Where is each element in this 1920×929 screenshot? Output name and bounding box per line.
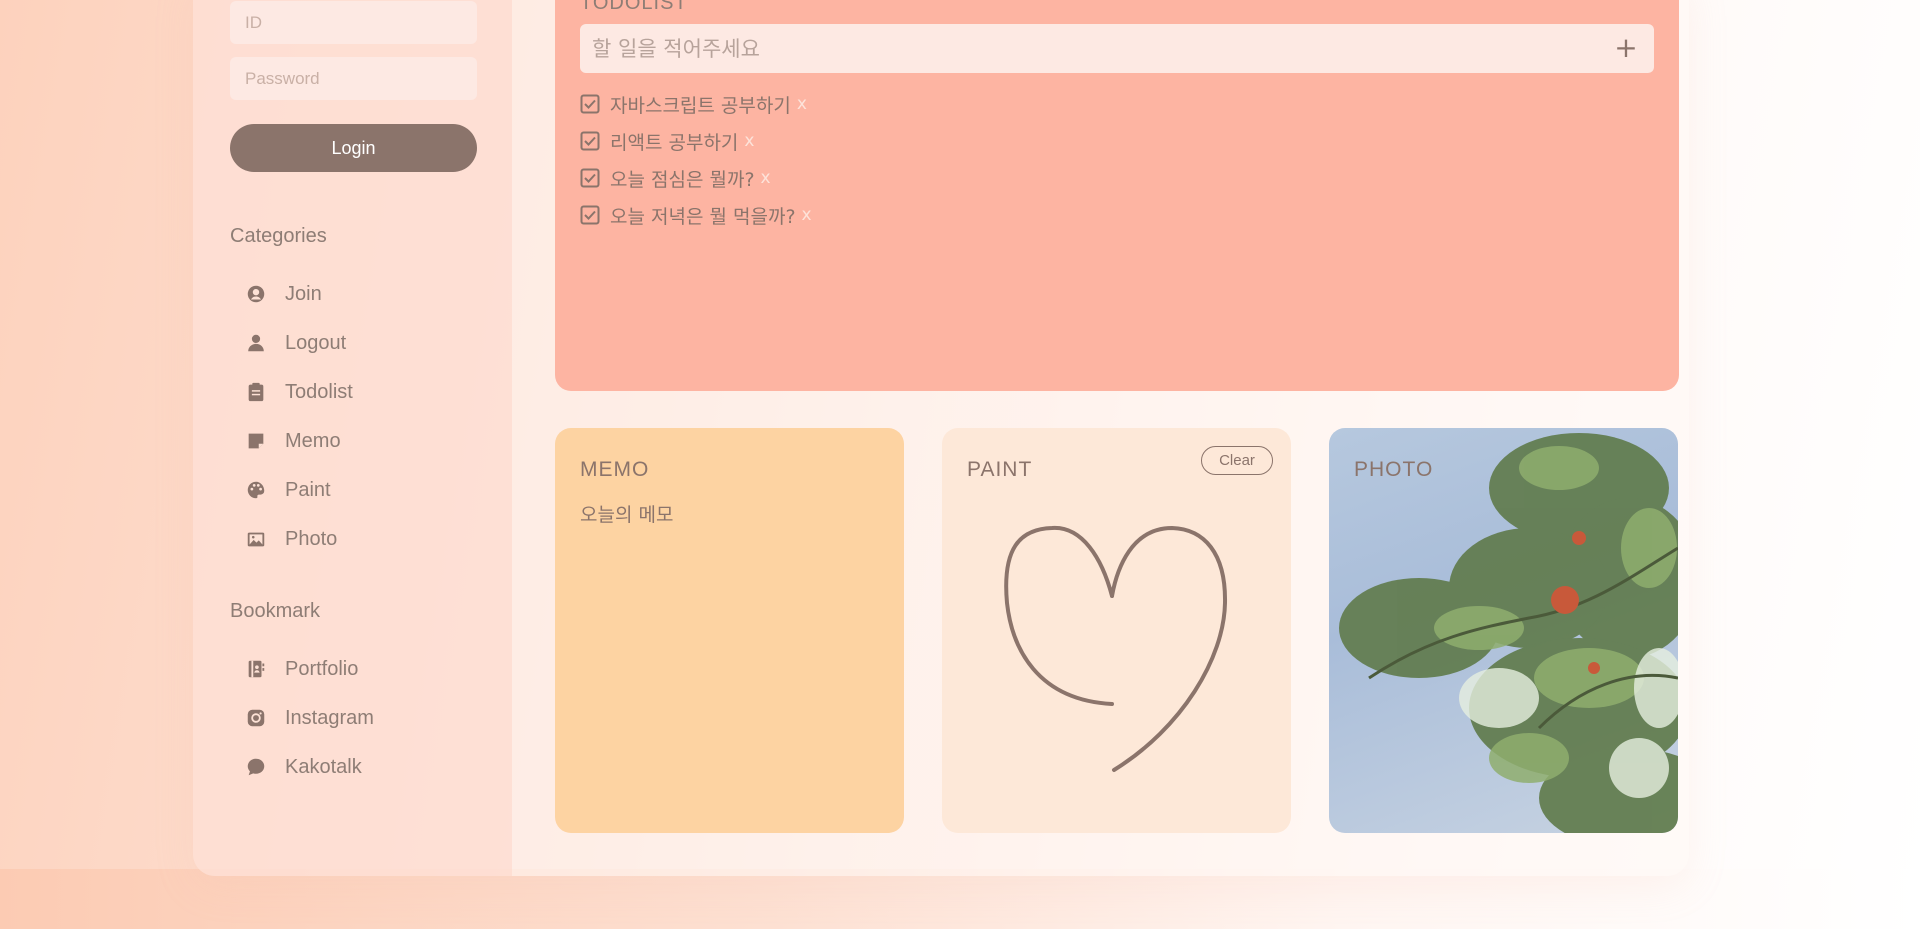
todo-text: 리액트 공부하기 — [610, 131, 739, 154]
sidebar-item-label: Photo — [285, 527, 338, 550]
address-book-icon — [245, 658, 267, 680]
photo-title: PHOTO — [1354, 458, 1434, 481]
sidebar-item-label: Logout — [285, 331, 347, 354]
sidebar-item-label: Paint — [285, 478, 331, 501]
todo-item: 자바스크립트 공부하기 x — [580, 90, 807, 118]
memo-title: MEMO — [580, 458, 650, 481]
todo-item: 오늘 점심은 뭘까? x — [580, 164, 771, 192]
paint-card: PAINT Clear — [942, 428, 1291, 833]
login-button[interactable]: Login — [230, 124, 477, 172]
sidebar-item-label: Todolist — [285, 380, 353, 403]
memo-text[interactable]: 오늘의 메모 — [580, 500, 673, 527]
todo-text: 오늘 저녁은 뭘 먹을까? — [610, 205, 796, 228]
sidebar-item-portfolio[interactable]: Portfolio — [245, 653, 358, 685]
todolist-heading: TODOLIST — [580, 0, 688, 14]
clear-button[interactable]: Clear — [1201, 446, 1273, 475]
checkbox-checked-icon[interactable] — [580, 168, 600, 188]
sidebar-item-label: Memo — [285, 429, 341, 452]
sticky-note-icon — [245, 430, 267, 452]
sidebar-item-instagram[interactable]: Instagram — [245, 702, 374, 734]
categories-heading: Categories — [230, 225, 327, 247]
sidebar-item-kakaotalk[interactable]: Kakotalk — [245, 751, 362, 783]
memo-card[interactable]: MEMO 오늘의 메모 — [555, 428, 904, 833]
sidebar-item-label: Kakotalk — [285, 755, 362, 778]
delete-todo-button[interactable]: x — [797, 94, 807, 114]
checkbox-checked-icon[interactable] — [580, 94, 600, 114]
app-window: Login Categories Join Logout Todolist Me… — [193, 0, 1689, 876]
user-circle-icon — [245, 283, 267, 305]
todo-item: 오늘 저녁은 뭘 먹을까? x — [580, 201, 812, 229]
user-icon — [245, 332, 267, 354]
chat-bubble-icon — [245, 756, 267, 778]
sidebar-item-memo[interactable]: Memo — [245, 425, 341, 457]
palette-icon — [245, 479, 267, 501]
todo-item: 리액트 공부하기 x — [580, 127, 754, 155]
checkbox-checked-icon[interactable] — [580, 205, 600, 225]
photo-card: PHOTO — [1329, 428, 1678, 833]
paint-canvas[interactable] — [942, 428, 1291, 833]
sidebar-item-label: Join — [285, 282, 322, 305]
clipboard-icon — [245, 381, 267, 403]
paint-title: PAINT — [967, 458, 1033, 481]
sidebar-item-photo[interactable]: Photo — [245, 523, 337, 555]
sidebar-item-join[interactable]: Join — [245, 278, 322, 310]
heart-stroke — [1004, 525, 1228, 772]
todo-text: 자바스크립트 공부하기 — [610, 94, 791, 117]
sidebar: Login Categories Join Logout Todolist Me… — [193, 0, 512, 876]
instagram-icon — [245, 707, 267, 729]
checkbox-checked-icon[interactable] — [580, 131, 600, 151]
id-input[interactable] — [230, 1, 477, 44]
background-glow — [0, 869, 1920, 929]
sidebar-item-paint[interactable]: Paint — [245, 474, 331, 506]
sidebar-item-logout[interactable]: Logout — [245, 327, 346, 359]
delete-todo-button[interactable]: x — [802, 205, 812, 225]
todo-input-container: + — [580, 24, 1654, 73]
sidebar-item-label: Portfolio — [285, 657, 359, 680]
delete-todo-button[interactable]: x — [744, 131, 754, 151]
todo-input[interactable] — [580, 24, 1654, 73]
sidebar-item-label: Instagram — [285, 706, 374, 729]
todo-text: 오늘 점심은 뭘까? — [610, 168, 755, 191]
todolist-panel: TODOLIST + 자바스크립트 공부하기 x 리액트 공부하기 x 오늘 점… — [555, 0, 1679, 391]
tree-photo — [1339, 433, 1678, 833]
delete-todo-button[interactable]: x — [761, 168, 771, 188]
sidebar-item-todolist[interactable]: Todolist — [245, 376, 353, 408]
image-icon — [245, 528, 267, 550]
bookmark-heading: Bookmark — [230, 600, 321, 622]
add-todo-button[interactable]: + — [1612, 34, 1640, 62]
password-input[interactable] — [230, 57, 477, 100]
